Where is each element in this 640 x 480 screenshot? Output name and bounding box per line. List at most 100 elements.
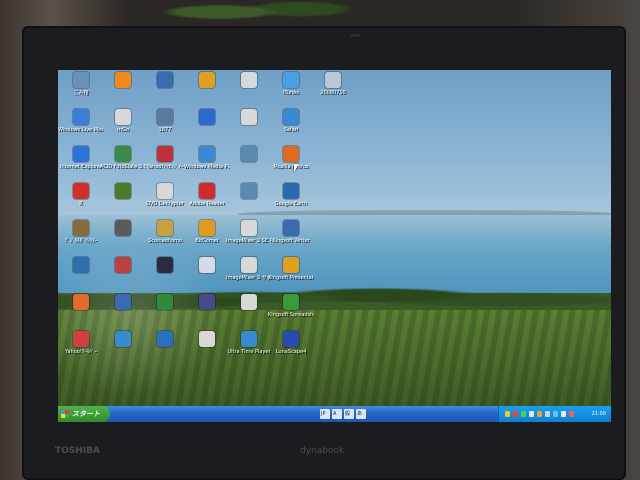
desktop-icon[interactable]: 20080710 bbox=[310, 72, 356, 96]
desktop-icon[interactable]: Kingsoft Presentation bbox=[268, 257, 314, 281]
app-icon bbox=[241, 146, 257, 162]
desktop-icon-label: ImageMixer 3 SE Player bbox=[226, 238, 272, 244]
ime-item[interactable]: 般 bbox=[344, 409, 354, 419]
desktop-icon[interactable]: Yahoo!ﾂｰﾙﾊﾞｰ bbox=[58, 331, 104, 355]
desktop-icon[interactable]: Google Earth bbox=[268, 183, 314, 207]
desktop-icon[interactable] bbox=[142, 331, 188, 349]
desktop-icon[interactable] bbox=[58, 294, 104, 312]
desktop-icon[interactable]: Yahoo!ﾒｯｾﾝｼﾞｬｰ bbox=[142, 146, 188, 170]
desktop-icon-label: Mozilla Firefox bbox=[273, 164, 309, 170]
tray-icon[interactable] bbox=[561, 411, 566, 417]
desktop-icon[interactable]: Windows Live Messenger bbox=[58, 109, 104, 133]
desktop-icon[interactable]: iTunes bbox=[268, 72, 314, 96]
folder-icon bbox=[199, 72, 215, 88]
desktop-icon[interactable]: Internet Explorer bbox=[58, 146, 104, 170]
bitcomet-icon bbox=[199, 220, 215, 236]
desktop-icon[interactable] bbox=[100, 220, 146, 238]
desktop-icon[interactable]: Ultra Time Player bbox=[226, 331, 272, 355]
tray-icon[interactable] bbox=[553, 411, 558, 417]
desktop-icon[interactable] bbox=[58, 257, 104, 275]
desktop-icon[interactable]: Kingsoft Writer bbox=[268, 220, 314, 244]
desktop-icon[interactable] bbox=[100, 331, 146, 349]
desktop-icon[interactable] bbox=[184, 294, 230, 312]
tray-icon[interactable] bbox=[537, 411, 542, 417]
desktop-icon[interactable] bbox=[226, 72, 272, 90]
app-icon bbox=[157, 72, 173, 88]
desktop-icon[interactable]: Windows Media Player bbox=[184, 146, 230, 170]
desktop-icon[interactable]: BitComet bbox=[184, 220, 230, 244]
app-icon bbox=[157, 220, 173, 236]
tray-icon[interactable] bbox=[505, 411, 510, 417]
start-button[interactable]: スタート bbox=[58, 406, 110, 422]
app-icon bbox=[157, 331, 173, 347]
desktop-icon[interactable]: LunaScape4 bbox=[268, 331, 314, 355]
desktop-icon[interactable] bbox=[226, 183, 272, 201]
desktop-icon[interactable]: ImageMixer 3 サポートページ bbox=[226, 257, 272, 281]
desktop-icon[interactable]: Mozilla Firefox bbox=[268, 146, 314, 170]
desktop-icon-label: Safari bbox=[283, 127, 299, 133]
app-icon bbox=[241, 109, 257, 125]
desktop-icon[interactable] bbox=[142, 257, 188, 275]
desktop-icon[interactable] bbox=[226, 294, 272, 312]
tray-icon[interactable] bbox=[545, 411, 550, 417]
desktop-icon[interactable] bbox=[184, 331, 230, 349]
app-icon bbox=[199, 257, 215, 273]
lunascape-icon bbox=[283, 331, 299, 347]
desktop-icon[interactable]: Safari bbox=[268, 109, 314, 133]
desktop-icon[interactable]: ﾃﾞｼﾞﾀﾙﾀﾞｲﾚｸﾀｰ bbox=[58, 220, 104, 244]
desktop-icon[interactable]: ImageMixer 3 SE Player bbox=[226, 220, 272, 244]
app-icon bbox=[73, 294, 89, 310]
desktop-icon[interactable] bbox=[100, 72, 146, 90]
desktop-icon-label: BitComet bbox=[195, 238, 219, 244]
desktop-icon[interactable] bbox=[100, 294, 146, 312]
desktop-icon-label: Google Earth bbox=[274, 201, 308, 207]
desktop-icon-label: ImageMixer 3 サポートページ bbox=[226, 275, 272, 281]
desktop-icon[interactable] bbox=[226, 109, 272, 127]
ime-item[interactable]: A bbox=[332, 409, 342, 419]
desktop-icon[interactable] bbox=[142, 72, 188, 90]
dvd-icon bbox=[157, 183, 173, 199]
desktop-icon[interactable] bbox=[184, 109, 230, 127]
tray-icon[interactable] bbox=[521, 411, 526, 417]
kingsoft-presentation-icon bbox=[283, 257, 299, 273]
desktop-icon[interactable] bbox=[100, 183, 146, 201]
desktop-icon[interactable]: mGo bbox=[100, 109, 146, 133]
app-icon bbox=[199, 331, 215, 347]
acid-icon bbox=[115, 146, 131, 162]
desktop-icon-label: Adobe Reader bbox=[189, 201, 225, 207]
app-icon bbox=[157, 257, 173, 273]
desktop-icon[interactable]: ACID FotoSlate 3.0 bbox=[100, 146, 146, 170]
ime-item[interactable]: あ bbox=[356, 409, 366, 419]
desktop-icon[interactable]: 1877 bbox=[142, 109, 188, 133]
desktop-icon[interactable] bbox=[226, 146, 272, 164]
ime-toolbar[interactable]: JP A 般 あ bbox=[320, 409, 366, 419]
taskbar-clock[interactable]: 21:00 bbox=[592, 409, 606, 419]
tray-icon[interactable] bbox=[569, 411, 574, 417]
app-icon bbox=[241, 72, 257, 88]
desktop-icon[interactable]: Scoinadhomo bbox=[142, 220, 188, 244]
desktop-icon[interactable] bbox=[184, 72, 230, 90]
desktop-icon-label: Kingsoft Presentation bbox=[268, 275, 314, 281]
desktop-icon[interactable]: DVD Decrypter bbox=[142, 183, 188, 207]
imagemixer-icon bbox=[241, 257, 257, 273]
desktop-icon[interactable] bbox=[100, 257, 146, 275]
desktop-icon[interactable]: ごみ箱 bbox=[58, 72, 104, 96]
app-icon bbox=[115, 294, 131, 310]
desktop-icon-label: Yahoo!ﾒｯｾﾝｼﾞｬｰ bbox=[146, 164, 184, 170]
desktop-icon[interactable]: Adobe Reader bbox=[184, 183, 230, 207]
desktop-icon[interactable] bbox=[184, 257, 230, 275]
windows-flag-icon bbox=[61, 410, 69, 418]
tray-icon[interactable] bbox=[513, 411, 518, 417]
desktop-icon[interactable]: Kingsoft Spreadsheets bbox=[268, 294, 314, 318]
app-icon bbox=[157, 294, 173, 310]
desktop-icon[interactable]: R bbox=[58, 183, 104, 207]
tray-icon[interactable] bbox=[529, 411, 534, 417]
desktop-icon[interactable] bbox=[142, 294, 188, 312]
start-label: スタート bbox=[72, 410, 100, 418]
desktop-icon-label: Kingsoft Writer bbox=[272, 238, 310, 244]
messenger-icon bbox=[73, 109, 89, 125]
webcam bbox=[350, 34, 360, 37]
imagemixer-icon bbox=[241, 220, 257, 236]
desktop-icon-label: mGo bbox=[117, 127, 129, 133]
ime-item[interactable]: JP bbox=[320, 409, 330, 419]
